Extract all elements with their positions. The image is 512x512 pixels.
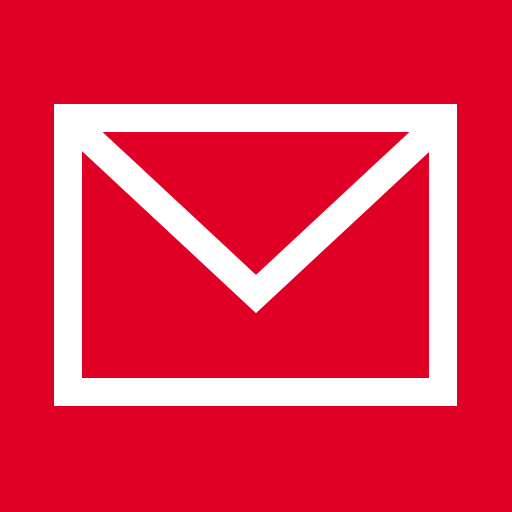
mail-app-tile[interactable]: [0, 0, 512, 512]
mail-envelope-icon: [0, 0, 512, 512]
